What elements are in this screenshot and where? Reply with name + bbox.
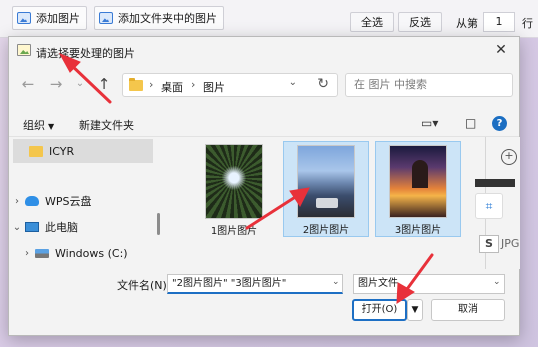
chevron-down-icon[interactable]: ⌄	[493, 277, 501, 287]
add-image-label: 添加图片	[36, 12, 80, 25]
nav-scrollbar[interactable]	[157, 213, 160, 235]
search-input[interactable]: 在 图片 中搜索	[345, 73, 513, 97]
up-arrow-icon[interactable]: ↑	[95, 75, 113, 93]
nav-item-label: WPS云盘	[45, 195, 92, 208]
command-bar: 组织 ▼ 新建文件夹 ▭▾ □ ?	[9, 111, 519, 137]
app-toolbar: 添加图片 添加文件夹中的图片 全选 反选 从第 1 行	[0, 0, 538, 38]
navigation-bar: ← → ⌄ ↑ › 桌面 › 图片 ⌄ ↻ 在 图片 中搜索	[9, 69, 519, 101]
breadcrumb-desktop[interactable]: 桌面	[161, 79, 183, 95]
breadcrumb-pictures[interactable]: 图片	[203, 79, 225, 95]
filetype-select[interactable]: 图片文件	[353, 274, 505, 294]
invert-select-button[interactable]: 反选	[398, 12, 442, 32]
nav-item-wps-cloud[interactable]: › WPS云盘	[9, 189, 159, 213]
nav-item-windows-c[interactable]: › Windows (C:)	[19, 241, 169, 265]
refresh-icon[interactable]: ↻	[317, 76, 329, 92]
drive-icon	[35, 248, 49, 258]
cancel-button[interactable]: 取消	[431, 299, 505, 321]
scan-icon[interactable]: ⌗	[475, 193, 503, 219]
new-folder-button[interactable]: 新建文件夹	[79, 117, 134, 133]
file-list: 1图片图片 2图片图片 3图片图片	[169, 137, 509, 267]
chevron-right-icon[interactable]: ›	[19, 248, 35, 259]
file-item-3[interactable]: 3图片图片	[375, 141, 461, 237]
preview-image-strip	[475, 179, 515, 187]
history-chevron-icon[interactable]: ⌄	[71, 75, 89, 93]
view-options-icon[interactable]: ▭▾	[421, 116, 438, 130]
back-arrow-icon[interactable]: ←	[19, 75, 37, 93]
preview-format-label: JPG	[501, 237, 520, 250]
add-folder-images-label: 添加文件夹中的图片	[118, 12, 217, 25]
chevron-down-icon[interactable]: ⌄	[332, 277, 340, 287]
image-icon	[17, 12, 31, 24]
computer-icon	[25, 222, 39, 232]
chevron-right-icon[interactable]: ›	[9, 196, 25, 207]
navigation-pane: ICYR › WPS云盘 ⌄ 此电脑 › Windows (C:)	[9, 137, 159, 267]
file-open-dialog: 请选择要处理的图片 ✕ ← → ⌄ ↑ › 桌面 › 图片 ⌄ ↻ 在 图片 中…	[8, 36, 520, 336]
nav-item-icyr[interactable]: ICYR	[13, 139, 153, 163]
file-name: 3图片图片	[394, 225, 442, 236]
folder-icon	[129, 78, 143, 91]
organize-label: 组织	[23, 119, 45, 132]
file-item-1[interactable]: 1图片图片	[191, 141, 277, 237]
breadcrumb-separator: ›	[149, 78, 154, 91]
organize-menu[interactable]: 组织 ▼	[23, 117, 54, 133]
file-item-2[interactable]: 2图片图片	[283, 141, 369, 237]
zoom-in-icon[interactable]: +	[501, 149, 517, 165]
filename-label: 文件名(N):	[117, 279, 171, 292]
open-dropdown-icon[interactable]: ▼	[407, 299, 423, 321]
preview-pane-icon[interactable]: □	[465, 116, 476, 130]
image-thumbnail	[297, 145, 355, 218]
image-thumbnail	[389, 145, 447, 218]
image-thumbnail	[205, 144, 263, 219]
address-bar[interactable]: › 桌面 › 图片 ⌄ ↻	[122, 73, 338, 97]
image-icon	[17, 44, 31, 56]
cloud-icon	[25, 196, 39, 206]
filename-input[interactable]: "2图片图片" "3图片图片"	[167, 274, 343, 294]
dialog-title: 请选择要处理的图片	[36, 47, 135, 60]
file-name: 1图片图片	[210, 226, 258, 237]
nav-item-label: 此电脑	[45, 221, 78, 234]
breadcrumb-separator: ›	[191, 78, 196, 91]
chevron-down-icon[interactable]: ⌄	[9, 222, 25, 233]
chevron-down-icon: ▼	[48, 122, 55, 131]
folder-icon	[29, 145, 43, 157]
add-image-button[interactable]: 添加图片	[12, 6, 87, 30]
forward-arrow-icon[interactable]: →	[47, 75, 65, 93]
close-icon[interactable]: ✕	[493, 42, 509, 58]
help-icon[interactable]: ?	[492, 116, 507, 131]
add-folder-images-button[interactable]: 添加文件夹中的图片	[94, 6, 224, 30]
nav-item-label: Windows (C:)	[55, 246, 128, 260]
file-name: 2图片图片	[302, 225, 350, 236]
wps-logo-icon: S	[479, 235, 499, 253]
nav-item-label: ICYR	[49, 144, 75, 158]
image-icon	[99, 12, 113, 24]
open-button[interactable]: 打开(O)	[352, 299, 407, 321]
from-label: 从第	[456, 17, 478, 30]
nav-item-this-pc[interactable]: ⌄ 此电脑	[9, 215, 159, 239]
chevron-down-icon[interactable]: ⌄	[289, 77, 297, 88]
select-all-button[interactable]: 全选	[350, 12, 394, 32]
dialog-titlebar: 请选择要处理的图片 ✕	[9, 37, 519, 65]
row-label: 行	[522, 17, 533, 30]
from-row-input[interactable]: 1	[483, 12, 515, 32]
